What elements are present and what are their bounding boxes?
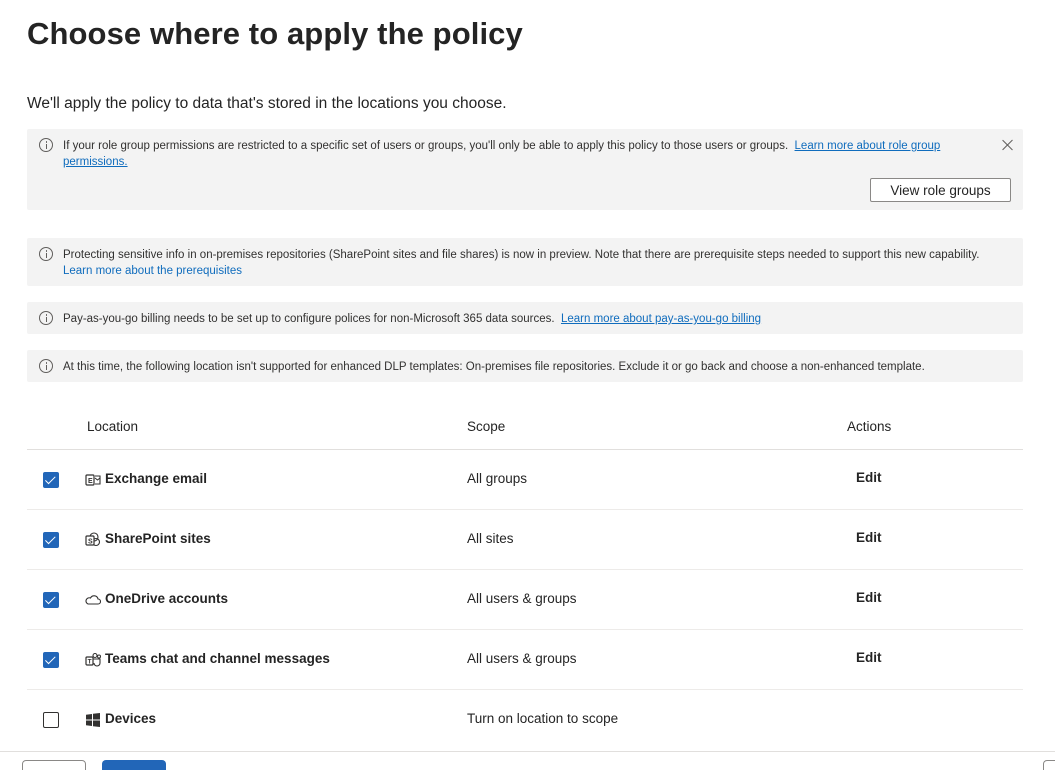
- scope-column-header: Scope: [467, 419, 506, 434]
- banner-text: At this time, the following location isn…: [63, 359, 983, 375]
- banner-text: Pay-as-you-go billing needs to be set up…: [63, 311, 983, 327]
- location-name: Exchange email: [105, 471, 208, 486]
- info-icon: [39, 359, 53, 373]
- page-title: Choose where to apply the policy: [27, 16, 523, 51]
- payg-banner: Pay-as-you-go billing needs to be set up…: [27, 302, 1023, 334]
- banner-text: If your role group permissions are restr…: [63, 138, 987, 170]
- teams-checkbox[interactable]: [43, 652, 59, 668]
- prerequisites-link[interactable]: Learn more about the prerequisites: [63, 265, 242, 277]
- edit-exchange-button[interactable]: Edit: [856, 470, 882, 485]
- actions-column-header: Actions: [847, 419, 892, 434]
- close-icon[interactable]: [1001, 138, 1015, 152]
- location-scope: Turn on location to scope: [467, 711, 619, 726]
- back-button[interactable]: Back: [22, 760, 86, 770]
- unsupported-banner-text: At this time, the following location isn…: [63, 361, 925, 373]
- edit-sharepoint-button[interactable]: Edit: [856, 530, 882, 545]
- svg-text:S: S: [88, 539, 93, 546]
- location-scope: All groups: [467, 471, 528, 486]
- table-header: Location Scope Actions: [27, 408, 1023, 450]
- edit-teams-button[interactable]: Edit: [856, 650, 882, 665]
- locations-table: Location Scope Actions E Exchange email …: [27, 408, 1023, 750]
- view-role-groups-button[interactable]: View role groups: [870, 178, 1011, 202]
- info-icon: [39, 138, 53, 152]
- next-button[interactable]: Next: [102, 760, 166, 770]
- location-scope: All sites: [467, 531, 514, 546]
- role-group-banner: If your role group permissions are restr…: [27, 129, 1023, 210]
- onedrive-checkbox[interactable]: [43, 592, 59, 608]
- location-name: OneDrive accounts: [105, 591, 229, 606]
- info-icon: [39, 247, 53, 261]
- location-name: Teams chat and channel messages: [105, 651, 330, 666]
- table-row: Devices Turn on location to scope: [27, 690, 1023, 750]
- table-row: T Teams chat and channel messages All us…: [27, 630, 1023, 690]
- devices-checkbox[interactable]: [43, 712, 59, 728]
- location-column-header: Location: [87, 419, 139, 434]
- cancel-button[interactable]: [1043, 760, 1055, 770]
- onedrive-icon: [85, 595, 101, 605]
- table-row: OneDrive accounts All users & groups Edi…: [27, 570, 1023, 630]
- windows-icon: [86, 713, 100, 727]
- sharepoint-checkbox[interactable]: [43, 532, 59, 548]
- role-group-banner-text: If your role group permissions are restr…: [63, 140, 789, 152]
- unsupported-location-banner: At this time, the following location isn…: [27, 350, 1023, 382]
- sharepoint-icon: S: [85, 532, 101, 547]
- edit-onedrive-button[interactable]: Edit: [856, 590, 882, 605]
- table-row: E Exchange email All groups Edit: [27, 450, 1023, 510]
- payg-banner-text: Pay-as-you-go billing needs to be set up…: [63, 313, 555, 325]
- teams-icon: T: [85, 652, 101, 667]
- location-name: SharePoint sites: [105, 531, 211, 546]
- location-scope: All users & groups: [467, 651, 577, 666]
- location-name: Devices: [105, 711, 157, 726]
- page-subtitle: We'll apply the policy to data that's st…: [27, 95, 507, 112]
- wizard-footer: Back Next: [0, 751, 1055, 770]
- svg-text:E: E: [88, 478, 93, 485]
- exchange-checkbox[interactable]: [43, 472, 59, 488]
- location-scope: All users & groups: [467, 591, 577, 606]
- onprem-banner-text: Protecting sensitive info in on-premises…: [63, 249, 980, 261]
- exchange-icon: E: [85, 474, 101, 486]
- info-icon: [39, 311, 53, 325]
- table-row: S SharePoint sites All sites Edit: [27, 510, 1023, 570]
- onprem-preview-banner: Protecting sensitive info in on-premises…: [27, 238, 1023, 286]
- banner-text: Protecting sensitive info in on-premises…: [63, 247, 983, 279]
- payg-learn-more-link[interactable]: Learn more about pay-as-you-go billing: [561, 313, 761, 325]
- svg-text:T: T: [88, 659, 92, 666]
